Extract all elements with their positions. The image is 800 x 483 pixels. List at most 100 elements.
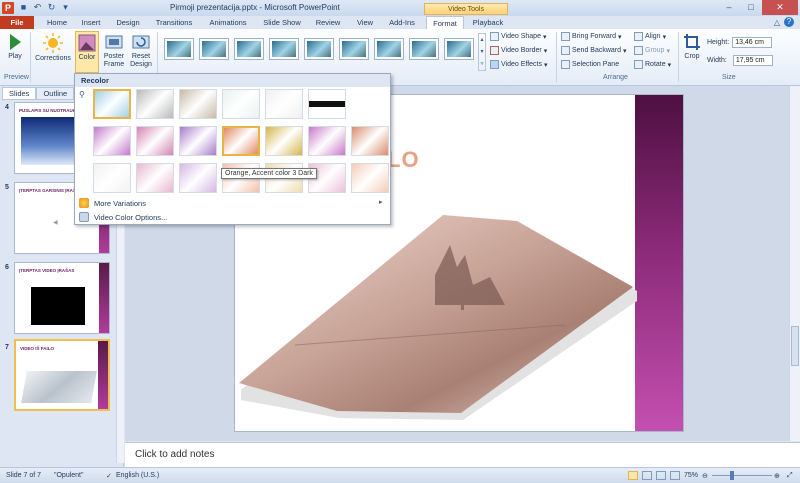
- redo-icon[interactable]: ↻: [46, 2, 57, 13]
- slide-number: 6: [5, 264, 9, 271]
- help-icon[interactable]: ?: [784, 17, 794, 27]
- recolor-swatch-r1c6[interactable]: [308, 89, 346, 119]
- recolor-swatch-r1c2[interactable]: [136, 89, 174, 119]
- poster-frame-label: Poster Frame: [103, 53, 125, 68]
- notes-pane[interactable]: Click to add notes: [125, 442, 800, 467]
- tab-home[interactable]: Home: [42, 16, 72, 29]
- video-object[interactable]: [235, 215, 645, 425]
- align-button[interactable]: Align ▾: [634, 32, 666, 41]
- minimize-ribbon-icon[interactable]: △: [774, 18, 780, 27]
- poster-frame-button[interactable]: Poster Frame: [101, 33, 127, 69]
- video-effects-button[interactable]: Video Effects ▾: [490, 60, 548, 69]
- width-field[interactable]: 17,95 cm: [732, 55, 773, 66]
- recolor-swatch-r1c5[interactable]: [265, 89, 303, 119]
- tab-animations[interactable]: Animations: [204, 16, 252, 29]
- spellcheck-icon[interactable]: ✓: [106, 472, 112, 480]
- color-icon: [78, 34, 96, 52]
- corrections-button[interactable]: Corrections: [34, 33, 72, 63]
- slide-thumbnail-7[interactable]: VIDEO IŠ FAILO: [14, 339, 110, 411]
- recolor-swatch-r2c3[interactable]: [179, 126, 217, 156]
- tab-playback[interactable]: Playback: [468, 16, 508, 29]
- zoom-in-icon[interactable]: ⊕: [774, 472, 780, 480]
- tab-file[interactable]: File: [0, 16, 34, 29]
- crop-button[interactable]: Crop: [681, 33, 703, 61]
- recolor-swatch-r2c4[interactable]: [222, 126, 260, 156]
- slide-thumbnail-6[interactable]: ĮTERPTAS VIDEO ĮRAŠAS: [14, 262, 110, 334]
- tab-view[interactable]: View: [352, 16, 378, 29]
- slide-show-view-icon[interactable]: [670, 471, 680, 480]
- normal-view-icon[interactable]: [628, 471, 638, 480]
- tab-slide-show[interactable]: Slide Show: [260, 16, 304, 29]
- tab-format[interactable]: Format: [426, 16, 464, 29]
- send-backward-button[interactable]: Send Backward ▾: [561, 46, 627, 55]
- rotate-icon: [634, 60, 643, 69]
- video-color-options-item[interactable]: Video Color Options...: [79, 212, 167, 222]
- recolor-swatch-r1c3[interactable]: [179, 89, 217, 119]
- selection-pane-button[interactable]: Selection Pane: [561, 60, 619, 69]
- slide-sorter-icon[interactable]: [642, 471, 652, 480]
- corrections-sun-icon: [43, 33, 63, 53]
- video-style-2[interactable]: [199, 38, 229, 60]
- undo-icon[interactable]: ↶: [32, 2, 43, 13]
- zoom-level[interactable]: 75%: [684, 472, 698, 479]
- video-style-3[interactable]: [234, 38, 264, 60]
- recolor-swatch-r2c5[interactable]: [265, 126, 303, 156]
- tab-outline[interactable]: Outline: [36, 87, 75, 100]
- tab-review[interactable]: Review: [312, 16, 344, 29]
- recolor-swatch-r1c1[interactable]: [93, 89, 131, 119]
- gallery-scroll[interactable]: ▴ ▾ ▿: [478, 33, 486, 71]
- rotate-button[interactable]: Rotate ▾: [634, 60, 671, 69]
- video-style-4[interactable]: [269, 38, 299, 60]
- play-button[interactable]: Play: [4, 33, 26, 61]
- video-border-button[interactable]: Video Border ▾: [490, 46, 547, 55]
- save-icon[interactable]: ■: [18, 2, 29, 13]
- tab-transitions[interactable]: Transitions: [152, 16, 196, 29]
- editor-scrollbar[interactable]: [789, 86, 800, 441]
- recolor-swatch-r2c2[interactable]: [136, 126, 174, 156]
- tab-design[interactable]: Design: [112, 16, 144, 29]
- recolor-swatch-r2c6[interactable]: [308, 126, 346, 156]
- zoom-slider-handle[interactable]: [730, 471, 734, 480]
- reset-design-button[interactable]: Reset Design: [128, 33, 154, 69]
- video-style-9[interactable]: [444, 38, 474, 60]
- tab-insert[interactable]: Insert: [76, 16, 106, 29]
- recolor-swatch-r3c1[interactable]: [93, 163, 131, 193]
- minimize-button[interactable]: –: [718, 0, 740, 15]
- fit-to-window-icon[interactable]: ⤢: [787, 472, 793, 480]
- color-button[interactable]: Color: [75, 31, 99, 73]
- recolor-swatch-r3c3[interactable]: [179, 163, 217, 193]
- recolor-swatch-r3c2[interactable]: [136, 163, 174, 193]
- recolor-swatch-r3c7[interactable]: [351, 163, 389, 193]
- powerpoint-app-icon[interactable]: P: [2, 2, 14, 14]
- video-shape-button[interactable]: Video Shape ▾: [490, 32, 546, 41]
- bring-forward-button[interactable]: Bring Forward ▾: [561, 32, 621, 41]
- tab-slides[interactable]: Slides: [2, 87, 37, 100]
- speaker-icon: ◀: [53, 220, 58, 226]
- reset-design-label: Reset Design: [130, 53, 152, 68]
- poster-frame-icon: [105, 35, 123, 49]
- zoom-out-icon[interactable]: ⊖: [702, 472, 708, 480]
- video-style-5[interactable]: [304, 38, 334, 60]
- customize-qat-icon[interactable]: ▾: [60, 2, 71, 13]
- height-field[interactable]: 13,46 cm: [732, 37, 773, 48]
- tab-add-ins[interactable]: Add-Ins: [384, 16, 420, 29]
- video-style-1[interactable]: [164, 38, 194, 60]
- video-style-6[interactable]: [339, 38, 369, 60]
- language[interactable]: English (U.S.): [116, 472, 159, 479]
- maximize-button[interactable]: □: [740, 0, 762, 15]
- recolor-swatch-r2c1[interactable]: [93, 126, 131, 156]
- video-style-7[interactable]: [374, 38, 404, 60]
- reading-view-icon[interactable]: [656, 471, 666, 480]
- recolor-swatch-r2c7[interactable]: [351, 126, 389, 156]
- recolor-swatch-r1c4[interactable]: [222, 89, 260, 119]
- group-button[interactable]: Group ▾: [634, 46, 670, 55]
- zoom-slider[interactable]: [712, 475, 772, 476]
- close-button[interactable]: ✕: [762, 0, 798, 15]
- group-icon: [634, 46, 643, 55]
- submenu-arrow-icon: ▸: [379, 199, 383, 206]
- slide-title[interactable]: LO: [387, 147, 420, 173]
- more-variations-item[interactable]: More Variations: [79, 198, 146, 208]
- video-style-8[interactable]: [409, 38, 439, 60]
- crop-label: Crop: [684, 53, 700, 60]
- quick-access-toolbar: ■ ↶ ↻ ▾: [18, 2, 71, 13]
